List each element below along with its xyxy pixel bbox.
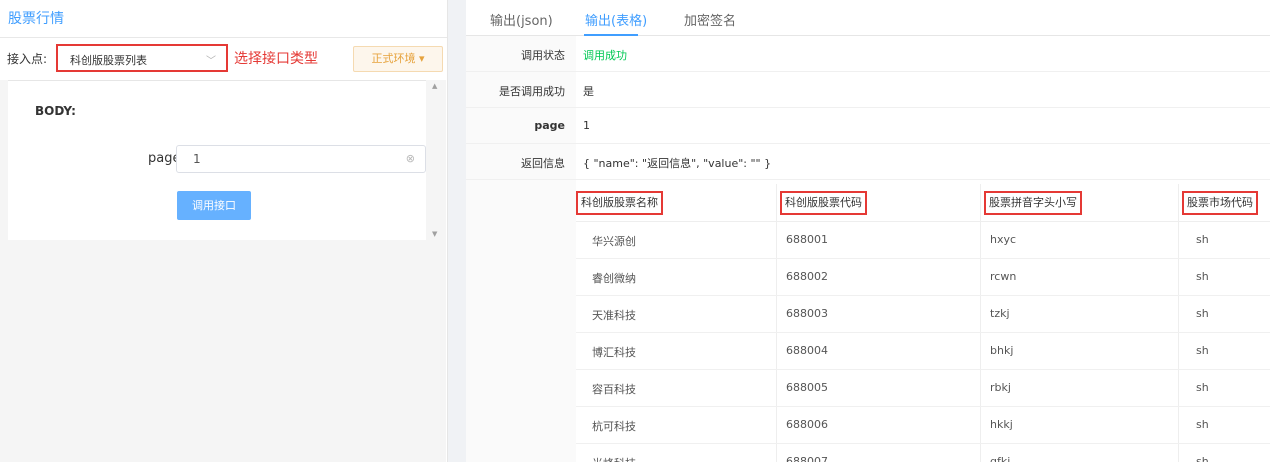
table-cell: 容百科技: [592, 383, 636, 396]
table-cell: 688003: [786, 307, 828, 320]
table-cell: 博汇科技: [592, 346, 636, 359]
table-cell: 杭可科技: [592, 420, 636, 433]
chevron-down-icon: ﹀: [206, 56, 216, 67]
table-row: 睿创微纳 688002 rcwn sh: [576, 259, 1270, 296]
table-cell: 天准科技: [592, 309, 636, 322]
scroll-down-icon[interactable]: ▼: [432, 230, 437, 238]
environment-dropdown[interactable]: 正式环境 ▾: [353, 46, 443, 72]
clear-icon[interactable]: ⊗: [406, 152, 415, 165]
endpoint-label: 接入点:: [7, 52, 48, 66]
kv-row-success: 是否调用成功 是: [466, 72, 1270, 108]
table-cell: sh: [1196, 381, 1209, 394]
endpoint-select[interactable]: 科创版股票列表 ﹀: [56, 44, 228, 72]
scroll-up-icon[interactable]: ▲: [432, 82, 437, 90]
kv-row-status: 调用状态 调用成功: [466, 36, 1270, 72]
kv-key: 返回信息: [521, 157, 565, 170]
kv-value-status: 调用成功: [583, 49, 627, 62]
call-api-button[interactable]: 调用接口: [177, 191, 251, 220]
column-header: 股票拼音字头小写: [984, 191, 1082, 215]
kv-row-page: page 1: [466, 108, 1270, 144]
table-cell: rbkj: [990, 381, 1011, 394]
tab-json[interactable]: 输出(json): [490, 10, 553, 29]
table-cell: 688001: [786, 233, 828, 246]
table-cell: 688005: [786, 381, 828, 394]
table-row: 天准科技 688003 tzkj sh: [576, 296, 1270, 333]
table-cell: sh: [1196, 418, 1209, 431]
endpoint-row: 接入点: 科创版股票列表 ﹀ 选择接口类型 正式环境 ▾: [0, 43, 448, 73]
kv-row-message: 返回信息 { "name": "返回信息", "value": "" }: [466, 144, 1270, 180]
kv-value: { "name": "返回信息", "value": "" }: [583, 157, 772, 170]
table-cell: bhkj: [990, 344, 1014, 357]
request-panel: 股票行情 接入点: 科创版股票列表 ﹀ 选择接口类型 正式环境 ▾ BODY: …: [0, 0, 448, 462]
response-panel: 输出(json) 输出(表格) 加密签名 调用状态 调用成功 是否调用成功 是 …: [466, 0, 1270, 462]
table-cell: 睿创微纳: [592, 272, 636, 285]
scrollbar[interactable]: ▲ ▼: [430, 80, 440, 240]
page-param-value: 1: [193, 152, 201, 166]
table-cell: 688002: [786, 270, 828, 283]
column-header: 科创版股票代码: [780, 191, 867, 215]
kv-value: 1: [583, 119, 590, 132]
column-header: 股票市场代码: [1182, 191, 1258, 215]
table-cell: 688006: [786, 418, 828, 431]
kv-key: 调用状态: [521, 49, 565, 62]
tab-signature[interactable]: 加密签名: [684, 10, 736, 29]
tab-table[interactable]: 输出(表格): [585, 10, 647, 29]
table-cell: sh: [1196, 270, 1209, 283]
table-cell: 光峰科技: [592, 455, 636, 462]
table-row: 容百科技 688005 rbkj sh: [576, 370, 1270, 407]
table-cell: sh: [1196, 233, 1209, 246]
table-row: 华兴源创 688001 hxyc sh: [576, 222, 1270, 259]
request-form: BODY: page 1 ⊗ 调用接口: [8, 80, 426, 240]
table-cell: 688007: [786, 455, 828, 462]
table-cell: 688004: [786, 344, 828, 357]
kv-key: 是否调用成功: [499, 85, 565, 98]
table-cell: sh: [1196, 344, 1209, 357]
kv-value: 是: [583, 85, 594, 98]
table-row: 博汇科技 688004 bhkj sh: [576, 333, 1270, 370]
table-cell: gfkj: [990, 455, 1011, 462]
panel-title: 股票行情: [0, 0, 447, 38]
endpoint-select-value: 科创版股票列表: [70, 54, 147, 67]
table-cell: sh: [1196, 307, 1209, 320]
table-cell: tzkj: [990, 307, 1010, 320]
table-cell: sh: [1196, 455, 1209, 462]
column-header: 科创版股票名称: [576, 191, 663, 215]
output-tabs: 输出(json) 输出(表格) 加密签名: [466, 0, 1270, 36]
table-cell: hxyc: [990, 233, 1017, 246]
annotation-text: 选择接口类型: [234, 51, 318, 67]
table-row: 光峰科技 688007 gfkj sh: [576, 444, 1270, 462]
table-cell: rcwn: [990, 270, 1017, 283]
table-row: 杭可科技 688006 hkkj sh: [576, 407, 1270, 444]
table-cell: 华兴源创: [592, 235, 636, 248]
body-label: BODY:: [35, 104, 76, 118]
app-root: 股票行情 接入点: 科创版股票列表 ﹀ 选择接口类型 正式环境 ▾ BODY: …: [0, 0, 1270, 462]
page-param-input[interactable]: 1 ⊗: [176, 145, 426, 173]
table-cell: hkkj: [990, 418, 1013, 431]
table-header: 科创版股票名称 科创版股票代码 股票拼音字头小写 股票市场代码: [576, 184, 1270, 222]
request-body-area: BODY: page 1 ⊗ 调用接口 ▲ ▼: [0, 80, 446, 462]
kv-key: page: [534, 119, 565, 132]
